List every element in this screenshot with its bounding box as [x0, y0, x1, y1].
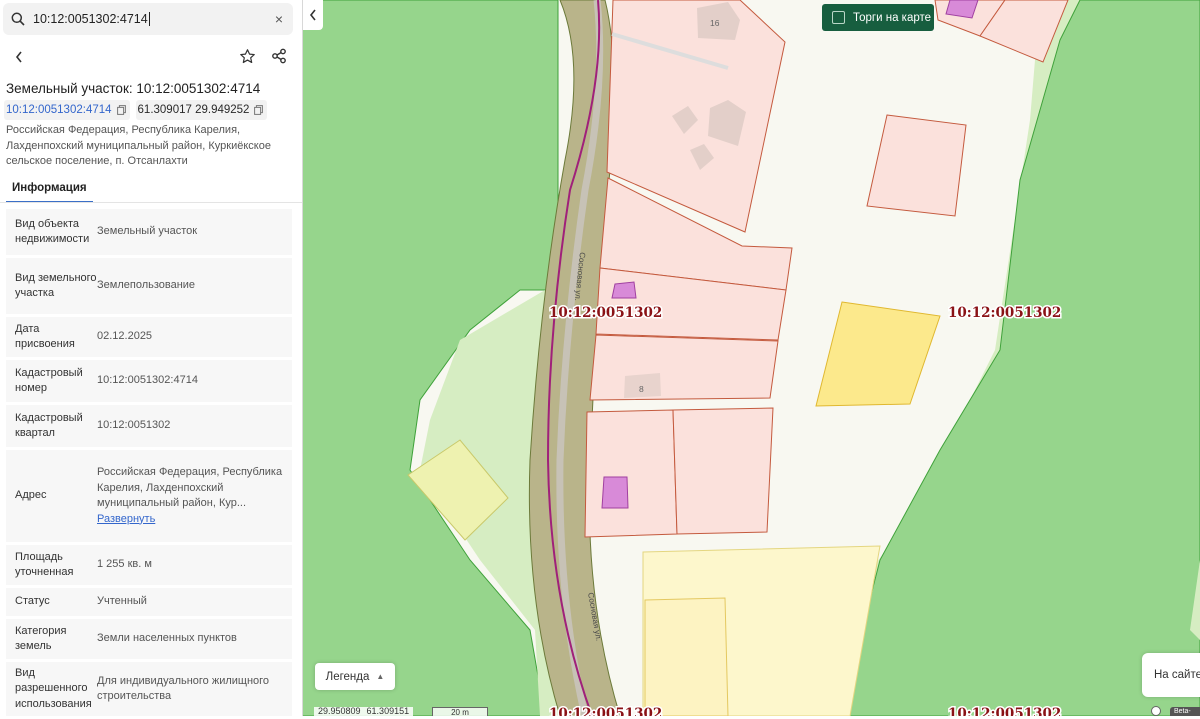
table-row: Дата присвоения 02.12.2025 [6, 317, 292, 357]
tab-divider [0, 202, 302, 203]
back-button[interactable] [7, 45, 31, 69]
coord-lon: 29.950809 [318, 706, 361, 716]
row-key: Вид разрешенного использования [15, 666, 92, 710]
copy-icon[interactable] [254, 105, 264, 115]
identifier-chips: 10:12:0051302:4714 61.309017 29.949252 [4, 100, 268, 120]
row-key: Статус [15, 595, 50, 608]
table-row: Кадастровый номер 10:12:0051302:4714 [6, 360, 292, 402]
parcel-d[interactable] [672, 407, 774, 535]
row-key: Категория земель [15, 624, 67, 653]
coordinates-text: 61.309017 29.949252 [137, 104, 250, 116]
quarter-label-sw: 10:12:0051302 [549, 706, 662, 716]
auction-checkbox[interactable] [832, 11, 845, 24]
tab-information[interactable]: Информация [6, 182, 93, 203]
text-caret [148, 12, 150, 27]
coordinates-chip[interactable]: 61.309017 29.949252 [135, 100, 268, 120]
row-key: Кадастровый квартал [15, 411, 83, 440]
auction-label: Торги на карте [853, 11, 932, 24]
chevron-up-icon: ▲ [376, 672, 385, 681]
yellow-parcel-south-2 [644, 597, 729, 717]
beta-badge: Beta- [1170, 707, 1200, 716]
scale-bar: 20 m [432, 707, 488, 717]
collapse-panel-button[interactable] [303, 0, 323, 30]
share-button[interactable] [267, 44, 291, 68]
row-key: Кадастровый номер [15, 366, 83, 395]
page-title: Земельный участок: 10:12:0051302:4714 [6, 81, 261, 96]
search-input[interactable]: 10:12:0051302:4714 [33, 12, 265, 27]
table-row: Категория земель Земли населенных пункто… [6, 619, 292, 659]
house-number-8: 8 [639, 384, 644, 394]
table-row: Адрес Российская Федерация, Республика К… [6, 450, 292, 542]
quarter-label-se: 10:12:0051302 [948, 706, 1061, 716]
copy-icon[interactable] [116, 105, 126, 115]
site-popup[interactable]: На сайте [1142, 653, 1200, 697]
chevron-left-icon [309, 9, 316, 21]
legend-button[interactable]: Легенда ▲ [315, 663, 395, 690]
table-row: Вид земельного участка Землепользование [6, 258, 292, 314]
row-value: Земельный участок [97, 225, 198, 238]
info-icon[interactable] [1151, 706, 1161, 716]
row-value: 10:12:0051302 [97, 419, 171, 432]
table-row: Статус Учтенный [6, 588, 292, 616]
cadastral-number-text: 10:12:0051302:4714 [6, 104, 112, 116]
building-c[interactable] [601, 476, 629, 509]
quarter-label-west: 10:12:0051302 [549, 305, 662, 321]
clear-search-button[interactable]: × [265, 11, 293, 27]
table-row: Вид разрешенного использования Для индив… [6, 662, 292, 716]
auction-toggle-button[interactable]: Торги на карте [822, 4, 934, 31]
row-value: Учтенный [97, 595, 147, 608]
search-icon[interactable] [3, 12, 33, 26]
row-value: 02.12.2025 [97, 330, 153, 343]
row-key: Дата присвоения [15, 322, 75, 351]
arrow-left-icon [15, 51, 22, 63]
row-value: Земли населенных пунктов [97, 632, 237, 645]
search-value: 10:12:0051302:4714 [33, 11, 148, 26]
house-number-16: 16 [710, 18, 720, 28]
row-value: 10:12:0051302:4714 [97, 374, 198, 387]
attribute-table: Вид объекта недвижимости Земельный участ… [6, 209, 292, 716]
table-row: Вид объекта недвижимости Земельный участ… [6, 209, 292, 255]
panel-toolbar [0, 44, 302, 70]
row-key: Вид земельного участка [15, 271, 97, 300]
cadastral-number-chip[interactable]: 10:12:0051302:4714 [4, 100, 130, 120]
building-selected[interactable] [611, 281, 637, 299]
favorite-button[interactable] [235, 44, 259, 68]
address-value: Российская Федерация, Республика Карелия… [97, 466, 283, 509]
info-panel: 10:12:0051302:4714 × Земельный участок: … [0, 0, 303, 716]
site-label: На сайте [1154, 669, 1200, 681]
row-key: Вид объекта недвижимости [15, 217, 90, 246]
coordinate-readout: 29.950809 61.309151 [314, 706, 414, 716]
row-value: Российская Федерация, Республика Карелия… [97, 465, 292, 527]
row-key: Площадь уточненная [15, 550, 74, 579]
address-text: Российская Федерация, Республика Карелия… [6, 124, 271, 167]
parcel-8[interactable] [589, 334, 779, 401]
star-icon [239, 48, 255, 63]
expand-address-link[interactable]: Развернуть [97, 512, 284, 528]
row-value: Землепользование [97, 279, 196, 292]
tab-bar: Информация [6, 180, 93, 203]
parcel-c[interactable] [584, 409, 678, 538]
legend-label: Легенда [325, 670, 370, 683]
table-row: Кадастровый квартал 10:12:0051302 [6, 405, 292, 447]
row-key: Адрес [15, 489, 47, 502]
row-value: 1 255 кв. м [97, 558, 152, 571]
search-bar[interactable]: 10:12:0051302:4714 × [3, 3, 293, 35]
coord-lat: 61.309151 [366, 706, 410, 716]
table-row: Площадь уточненная 1 255 кв. м [6, 545, 292, 585]
row-value: Для индивидуального жилищного строительс… [97, 674, 270, 703]
share-icon [272, 48, 286, 64]
quarter-label-east: 10:12:0051302 [948, 305, 1061, 321]
